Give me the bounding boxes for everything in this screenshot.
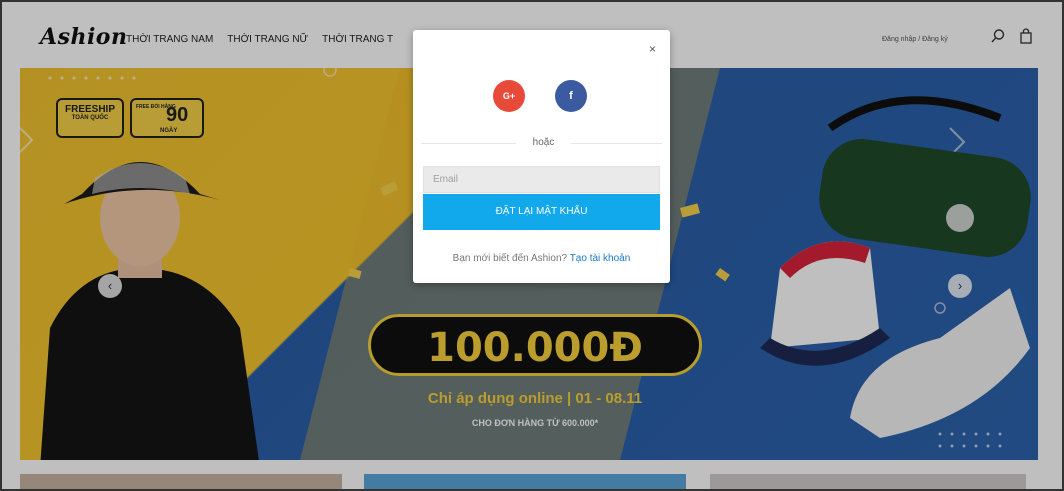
divider-left bbox=[421, 143, 516, 144]
divider-right bbox=[571, 143, 662, 144]
facebook-login-button[interactable]: f bbox=[555, 80, 587, 112]
or-separator: hoặc bbox=[532, 137, 555, 148]
google-login-button[interactable]: G+ bbox=[493, 80, 525, 112]
reset-password-button[interactable]: ĐẶT LẠI MẬT KHẨU bbox=[423, 194, 660, 230]
browser-frame: Ashion THỜI TRANG NAM THỜI TRANG NỮ THỜI… bbox=[0, 0, 1064, 491]
email-field[interactable] bbox=[423, 166, 660, 193]
reset-password-modal: × G+ f hoặc ĐẶT LẠI MẬT KHẨU Bạn mới biế… bbox=[413, 30, 670, 283]
close-icon[interactable]: × bbox=[649, 42, 656, 56]
signup-prompt: Bạn mới biết đến Ashion? Tạo tài khoản bbox=[413, 253, 670, 264]
signup-prompt-text: Bạn mới biết đến Ashion? bbox=[452, 253, 568, 264]
create-account-link[interactable]: Tạo tài khoản bbox=[570, 253, 631, 264]
